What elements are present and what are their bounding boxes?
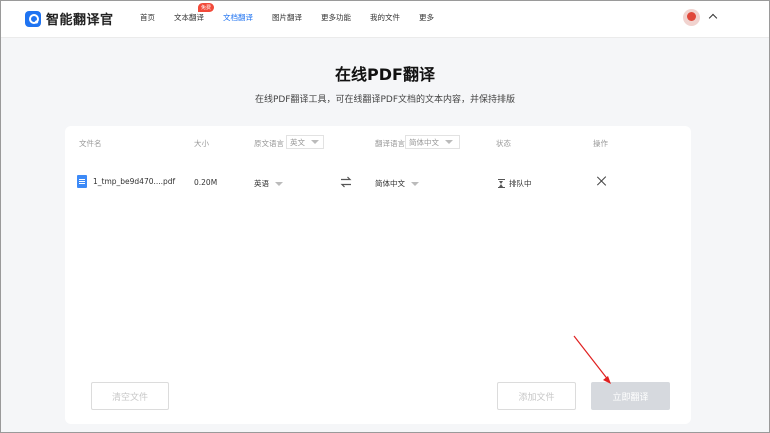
source-lang-select-value: 英文 xyxy=(290,137,305,147)
header-status: 状态 xyxy=(496,139,511,148)
hourglass-icon xyxy=(498,179,505,188)
app-logo[interactable]: 智能翻译官 xyxy=(25,9,114,28)
nav-item-doc-translate[interactable]: 文档翻译 xyxy=(223,12,253,23)
row-source-lang-select[interactable]: 英语 xyxy=(254,178,283,189)
file-name: 1_tmp_be9d470....pdf xyxy=(93,177,176,186)
nav-item-text-translate[interactable]: 文本翻译 免费 xyxy=(174,3,215,23)
header-source-lang: 原文语言 xyxy=(254,139,284,148)
header-action: 操作 xyxy=(593,139,608,148)
pdf-file-icon xyxy=(77,175,87,188)
header-source-lang-select[interactable]: 英文 xyxy=(286,135,324,149)
top-nav: 智能翻译官 首页 文本翻译 免费 文档翻译 图片翻译 更多功能 我的文件 更多 xyxy=(0,0,770,38)
caret-down-icon xyxy=(411,181,419,186)
page-title: 在线PDF翻译 xyxy=(335,65,435,84)
header-target-lang: 翻译语言 xyxy=(375,139,405,148)
main-menu: 首页 文本翻译 免费 文档翻译 图片翻译 更多功能 我的文件 更多 xyxy=(140,3,453,23)
target-lang-select-value: 简体中文 xyxy=(409,137,439,147)
row-source-lang-value: 英语 xyxy=(254,179,269,188)
free-badge: 免费 xyxy=(198,3,215,12)
add-file-button[interactable]: 添加文件 xyxy=(497,382,576,410)
nav-item-image-translate[interactable]: 图片翻译 xyxy=(272,12,302,23)
annotation-arrow-icon xyxy=(573,335,611,384)
file-size: 0.20M xyxy=(194,178,218,187)
remove-file-icon[interactable] xyxy=(597,176,607,186)
avatar[interactable] xyxy=(683,9,700,26)
header-size: 大小 xyxy=(194,139,209,148)
app-name: 智能翻译官 xyxy=(46,13,114,28)
chevron-up-icon[interactable] xyxy=(708,13,718,23)
caret-down-icon xyxy=(445,140,453,144)
nav-item-label: 文本翻译 xyxy=(174,13,204,22)
header-filename: 文件名 xyxy=(79,139,102,148)
row-target-lang-select[interactable]: 简体中文 xyxy=(375,178,419,189)
file-cell: 1_tmp_be9d470....pdf xyxy=(77,175,175,188)
nav-item-more[interactable]: 更多 xyxy=(419,12,434,23)
nav-item-home[interactable]: 首页 xyxy=(140,12,155,23)
swap-icon[interactable] xyxy=(340,176,352,188)
logo-icon xyxy=(25,10,41,27)
row-target-lang-value: 简体中文 xyxy=(375,179,405,188)
clear-files-button[interactable]: 清空文件 xyxy=(91,382,169,410)
header-target-lang-select[interactable]: 简体中文 xyxy=(405,135,460,149)
caret-down-icon xyxy=(311,140,319,144)
caret-down-icon xyxy=(275,181,283,186)
page-subtitle: 在线PDF翻译工具，可在线翻译PDF文档的文本内容，并保持排版 xyxy=(254,95,516,105)
nav-item-more-features[interactable]: 更多功能 xyxy=(321,12,351,23)
nav-item-my-files[interactable]: 我的文件 xyxy=(370,12,400,23)
status-text: 排队中 xyxy=(509,179,532,188)
status-cell: 排队中 xyxy=(498,178,532,189)
